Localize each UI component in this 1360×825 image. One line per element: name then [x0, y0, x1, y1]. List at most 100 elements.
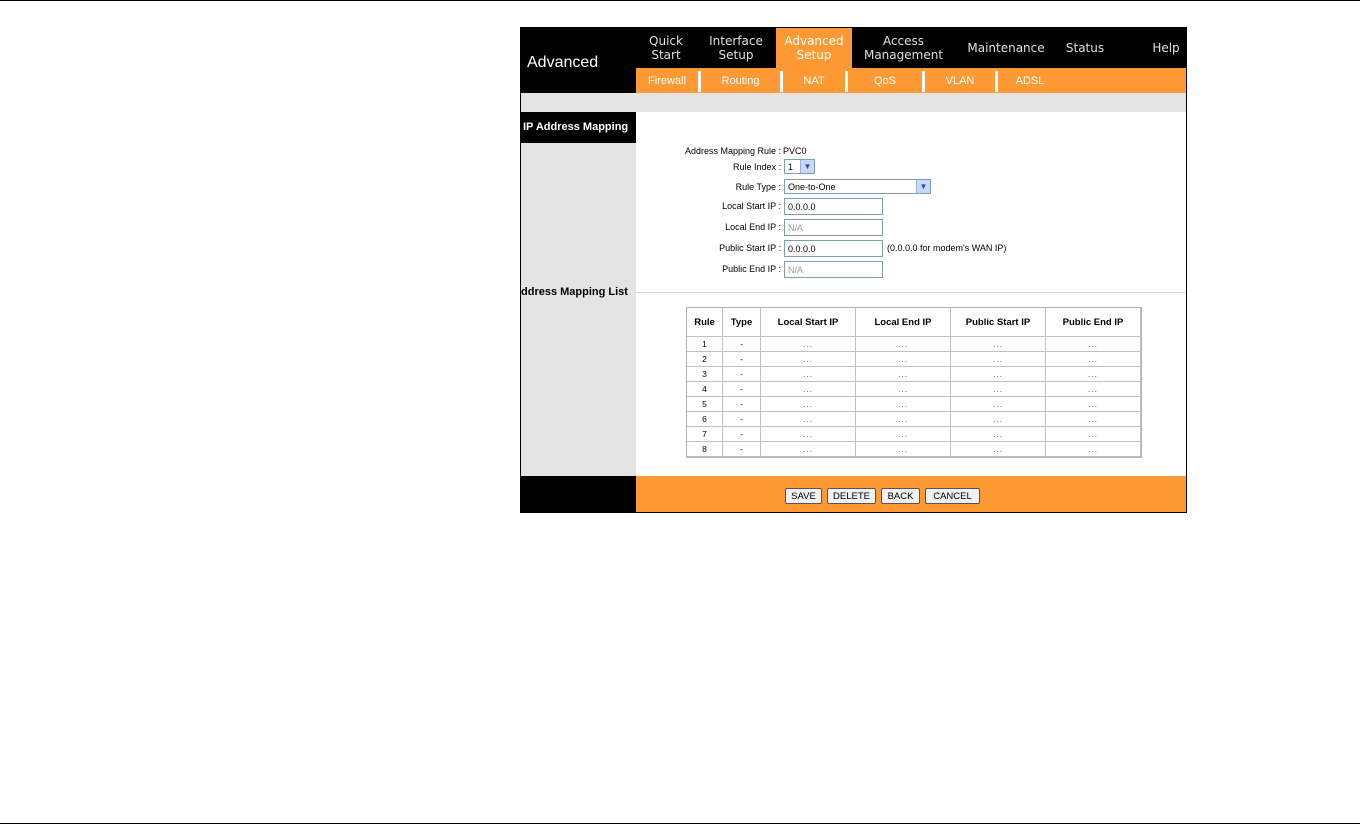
rule-index-select[interactable]: 1 ▼: [784, 159, 815, 174]
page-bottom-rule: [0, 823, 1360, 824]
cell-public-end-ip: ...: [1046, 412, 1141, 427]
row-rule-type: Rule Type : One-to-One ▼: [636, 178, 1186, 198]
cell-public-start-ip: ...: [951, 427, 1046, 442]
col-header-public-start-ip: Public Start IP: [951, 308, 1046, 337]
back-button[interactable]: BACK: [881, 488, 920, 504]
chevron-down-icon: ▼: [800, 160, 814, 173]
header-gray-band: [521, 93, 1186, 112]
col-header-public-end-ip: Public End IP: [1046, 308, 1141, 337]
cell-rule: 3: [687, 367, 723, 382]
table-row: 7 - ... ... ... ...: [687, 427, 1141, 442]
subnav-vlan[interactable]: VLAN: [925, 68, 995, 93]
table-header-row: Rule Type Local Start IP Local End IP Pu…: [687, 308, 1141, 337]
cell-rule: 6: [687, 412, 723, 427]
cell-local-start-ip: ...: [761, 442, 856, 457]
footer-left-block: [521, 476, 636, 512]
cell-public-end-ip: ...: [1046, 397, 1141, 412]
section-divider: [636, 292, 1186, 293]
section-title-mapping: IP Address Mapping: [523, 121, 629, 133]
cell-local-start-ip: ...: [761, 382, 856, 397]
cell-public-end-ip: ...: [1046, 427, 1141, 442]
mapping-rule-label: Address Mapping Rule :: [684, 146, 781, 156]
col-header-rule: Rule: [687, 308, 723, 337]
cell-rule: 4: [687, 382, 723, 397]
sub-navigation: Firewall Routing NAT QoS VLAN ADSL: [636, 68, 1186, 93]
cell-public-end-ip: ...: [1046, 442, 1141, 457]
rule-type-select[interactable]: One-to-One ▼: [784, 179, 931, 194]
cell-local-end-ip: ...: [856, 367, 951, 382]
main-content: Address Mapping Rule : PVC0 Rule Index :…: [636, 112, 1186, 476]
public-start-ip-input[interactable]: [784, 240, 883, 257]
row-local-start-ip: Local Start IP :: [636, 197, 1186, 217]
col-header-local-end-ip: Local End IP: [856, 308, 951, 337]
cell-local-end-ip: ...: [856, 412, 951, 427]
cell-local-start-ip: ...: [761, 337, 856, 352]
cell-rule: 5: [687, 397, 723, 412]
cell-public-end-ip: ...: [1046, 352, 1141, 367]
cell-type: -: [723, 397, 761, 412]
cell-type: -: [723, 337, 761, 352]
subnav-qos[interactable]: QoS: [848, 68, 922, 93]
local-start-ip-input[interactable]: [784, 198, 883, 215]
cell-type: -: [723, 382, 761, 397]
rule-type-value: One-to-One: [788, 182, 836, 192]
cell-public-start-ip: ...: [951, 442, 1046, 457]
nav-interface-setup[interactable]: Interface Setup: [696, 28, 776, 68]
cancel-button[interactable]: CANCEL: [925, 488, 980, 504]
table-row: 1 - ... ... ... ...: [687, 337, 1141, 352]
left-section-column: IP Address Mapping ddress Mapping List: [521, 112, 636, 476]
cell-type: -: [723, 442, 761, 457]
table-row: 6 - ... ... ... ...: [687, 412, 1141, 427]
nav-maintenance[interactable]: Maintenance: [955, 28, 1057, 68]
public-start-ip-label: Public Start IP :: [719, 243, 781, 253]
cell-local-end-ip: ...: [856, 352, 951, 367]
table-row: 4 - ... ... ... ...: [687, 382, 1141, 397]
cell-rule: 8: [687, 442, 723, 457]
save-button[interactable]: SAVE: [785, 488, 822, 504]
cell-rule: 1: [687, 337, 723, 352]
chevron-down-icon: ▼: [916, 180, 930, 193]
subnav-firewall[interactable]: Firewall: [636, 68, 698, 93]
cell-public-start-ip: ...: [951, 382, 1046, 397]
cell-public-end-ip: ...: [1046, 367, 1141, 382]
section-header-mapping: IP Address Mapping: [521, 112, 636, 143]
nav-status[interactable]: Status: [1057, 28, 1113, 68]
nav-advanced-setup[interactable]: Advanced Setup: [776, 28, 852, 68]
col-header-local-start-ip: Local Start IP: [761, 308, 856, 337]
cell-public-start-ip: ...: [951, 367, 1046, 382]
cell-public-start-ip: ...: [951, 352, 1046, 367]
local-end-ip-input: [784, 219, 883, 236]
public-end-ip-input: [784, 261, 883, 278]
cell-type: -: [723, 367, 761, 382]
cell-local-end-ip: ...: [856, 427, 951, 442]
subnav-adsl[interactable]: ADSL: [998, 68, 1062, 93]
delete-button[interactable]: DELETE: [827, 488, 876, 504]
rule-index-value: 1: [788, 162, 794, 172]
router-admin-window: Advanced Quick Start Interface Setup Adv…: [520, 27, 1187, 513]
nav-access-management[interactable]: Access Management: [852, 28, 955, 68]
nav-quick-start[interactable]: Quick Start: [636, 28, 696, 68]
row-public-start-ip: Public Start IP : (0.0.0.0 for modem's W…: [636, 239, 1186, 259]
cell-local-start-ip: ...: [761, 412, 856, 427]
cell-type: -: [723, 427, 761, 442]
page-title: Advanced: [527, 54, 599, 71]
cell-local-start-ip: ...: [761, 367, 856, 382]
footer-bar: SAVE DELETE BACK CANCEL: [636, 476, 1186, 512]
nav-help[interactable]: Help: [1146, 28, 1186, 68]
page-top-rule: [0, 0, 1360, 1]
top-navigation: Quick Start Interface Setup Advanced Set…: [636, 28, 1186, 68]
cell-local-end-ip: ...: [856, 397, 951, 412]
table-row: 2 - ... ... ... ...: [687, 352, 1141, 367]
public-start-ip-hint: (0.0.0.0 for modem's WAN IP): [887, 243, 1007, 253]
cell-rule: 7: [687, 427, 723, 442]
row-rule-index: Rule Index : 1 ▼: [636, 158, 1186, 178]
subnav-nat[interactable]: NAT: [783, 68, 845, 93]
subnav-routing[interactable]: Routing: [701, 68, 780, 93]
cell-type: -: [723, 352, 761, 367]
row-local-end-ip: Local End IP :: [636, 218, 1186, 238]
table-row: 8 - ... ... ... ...: [687, 442, 1141, 457]
cell-local-end-ip: ...: [856, 337, 951, 352]
cell-local-start-ip: ...: [761, 352, 856, 367]
table-row: 5 - ... ... ... ...: [687, 397, 1141, 412]
mapping-table: Rule Type Local Start IP Local End IP Pu…: [686, 307, 1142, 458]
